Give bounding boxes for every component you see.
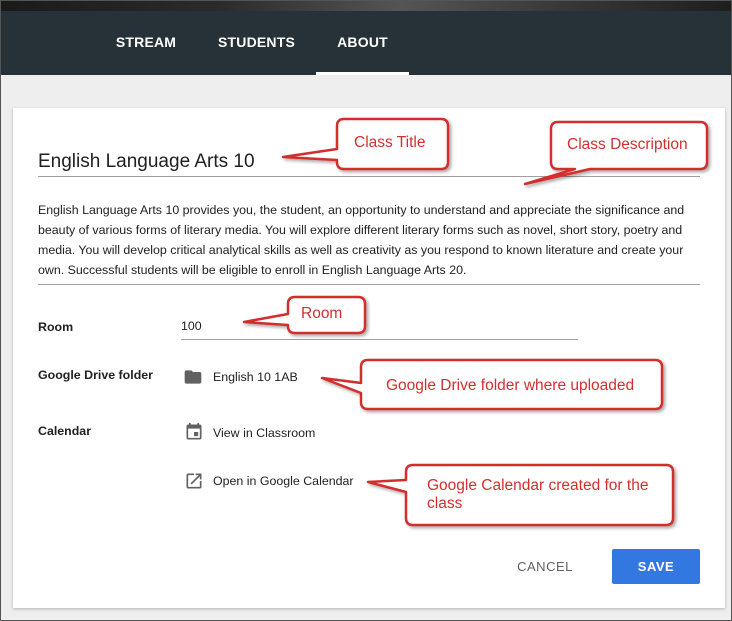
annotation-callouts bbox=[242, 117, 709, 527]
drive-annotation: Google Drive folder where uploaded bbox=[386, 377, 635, 394]
class-title-annotation: Class Title bbox=[354, 134, 426, 151]
room-annotation: Room bbox=[301, 305, 343, 322]
class-description-annotation: Class Description bbox=[567, 136, 688, 153]
calendar-annotation: Google Calendar created for the class bbox=[427, 477, 649, 512]
